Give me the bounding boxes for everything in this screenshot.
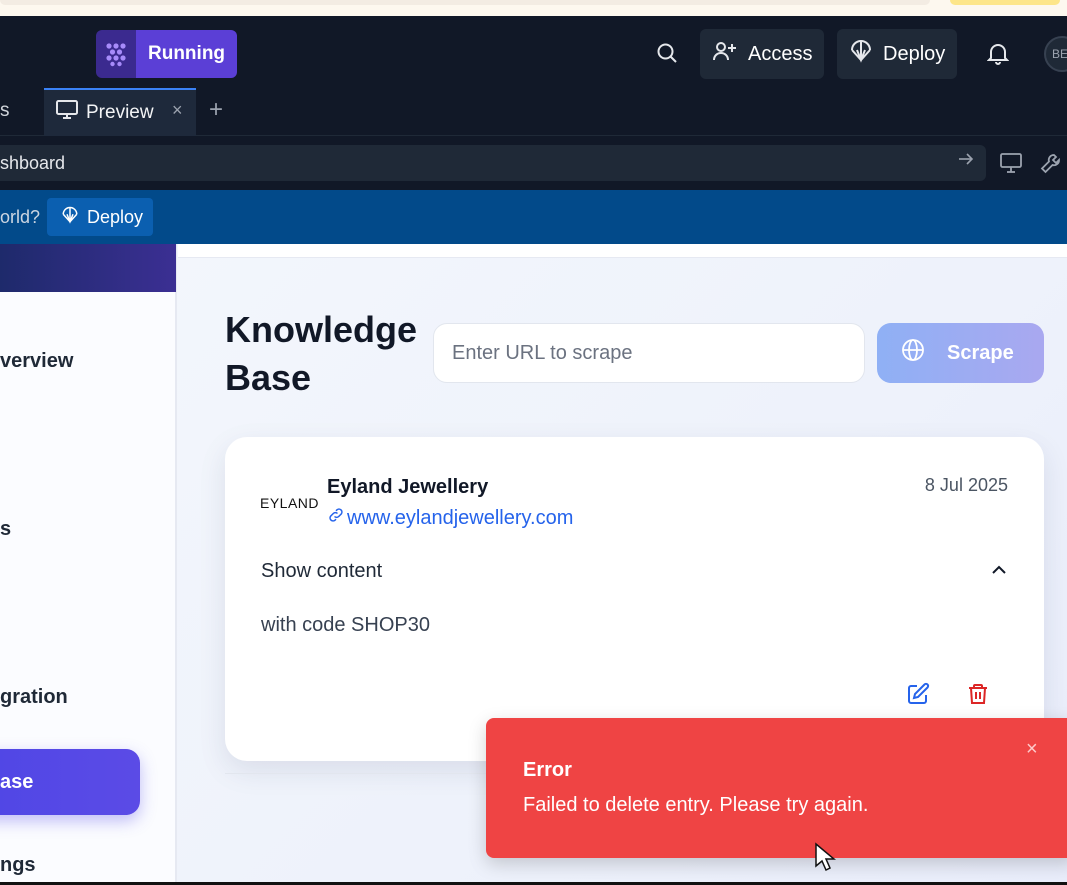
toast-message: Failed to delete entry. Please try again… [523, 794, 869, 816]
arrow-right-icon[interactable] [958, 152, 974, 171]
entry-date: 8 Jul 2025 [924, 475, 1008, 495]
desktop-view-icon[interactable] [1000, 152, 1022, 179]
banner-deploy-button[interactable]: Deploy [47, 198, 153, 236]
page-title: Knowledge Base [225, 306, 435, 402]
sidebar-item-integration[interactable]: gration [0, 686, 68, 709]
link-icon [327, 506, 345, 530]
error-toast: Error Failed to delete entry. Please try… [486, 718, 1067, 858]
page-title-line2: Base [225, 357, 312, 398]
globe-icon [901, 338, 925, 368]
app-logo-icon [96, 30, 136, 78]
chevron-up-icon[interactable] [990, 561, 1008, 584]
entry-url: www.eylandjewellery.com [347, 506, 574, 529]
access-label: Access [748, 42, 813, 65]
tab-preview-label: Preview [86, 102, 154, 123]
wrench-icon[interactable] [1040, 152, 1062, 179]
parachute-icon [61, 206, 79, 229]
add-user-icon [712, 39, 738, 69]
edit-icon[interactable] [906, 682, 930, 711]
status-indicator[interactable]: Running [96, 30, 238, 78]
sidebar-item-label: ase [0, 770, 34, 793]
app-header: Running Access Deploy BE [0, 16, 1067, 88]
sidebar-item-knowledge-base[interactable]: ase [0, 749, 140, 815]
entry-logo: EYLAND [260, 495, 320, 511]
deploy-label: Deploy [883, 42, 946, 65]
page-title-line1: Knowledge [225, 309, 418, 350]
avatar[interactable]: BE [1044, 36, 1067, 72]
bell-icon[interactable] [985, 40, 1011, 66]
address-url: shboard [0, 152, 66, 173]
top-strip-pill [0, 0, 930, 5]
entry-link[interactable]: www.eylandjewellery.com [327, 506, 573, 530]
monitor-icon [56, 100, 78, 126]
show-content-toggle[interactable]: Show content [261, 560, 382, 583]
tab-previous[interactable]: s [0, 100, 10, 122]
scrape-button[interactable]: Scrape [877, 323, 1044, 383]
url-input[interactable] [433, 323, 865, 383]
sidebar: verview s gration ase ngs [0, 244, 177, 885]
deploy-button[interactable]: Deploy [837, 29, 958, 79]
sidebar-item-overview[interactable]: verview [0, 350, 73, 373]
search-icon[interactable] [654, 40, 680, 66]
parachute-icon [849, 39, 873, 69]
entry-name: Eyland Jewellery [327, 476, 489, 498]
scrape-label: Scrape [947, 341, 1014, 364]
content-top-divider [178, 244, 1067, 258]
status-label: Running [136, 30, 238, 78]
toast-close-icon[interactable]: × [1026, 738, 1038, 761]
deploy-banner: orld? Deploy [0, 190, 1067, 244]
app-window: Running Access Deploy BE s Preview × + s… [0, 0, 1067, 885]
add-tab-icon[interactable]: + [209, 96, 223, 124]
address-field[interactable]: shboard [0, 145, 986, 181]
knowledge-entry-card: EYLAND Eyland Jewellery www.eylandjewell… [225, 437, 1044, 761]
trash-icon[interactable] [966, 682, 990, 711]
browser-top-strip [0, 0, 1067, 16]
sidebar-item-settings[interactable]: ngs [0, 854, 36, 877]
entry-content: with code SHOP30 [261, 614, 430, 636]
banner-text: orld? [0, 207, 41, 227]
tab-bar: s Preview × + [0, 88, 1067, 136]
access-button[interactable]: Access [700, 29, 825, 79]
toast-title: Error [523, 759, 572, 781]
tab-close-icon[interactable]: × [172, 100, 183, 121]
address-bar-row: shboard [0, 136, 1067, 190]
sidebar-header [0, 244, 176, 292]
mouse-cursor-icon [814, 842, 837, 877]
sidebar-item-partial[interactable]: s [0, 518, 11, 541]
banner-deploy-label: Deploy [87, 206, 144, 227]
top-strip-highlight [950, 0, 1060, 5]
